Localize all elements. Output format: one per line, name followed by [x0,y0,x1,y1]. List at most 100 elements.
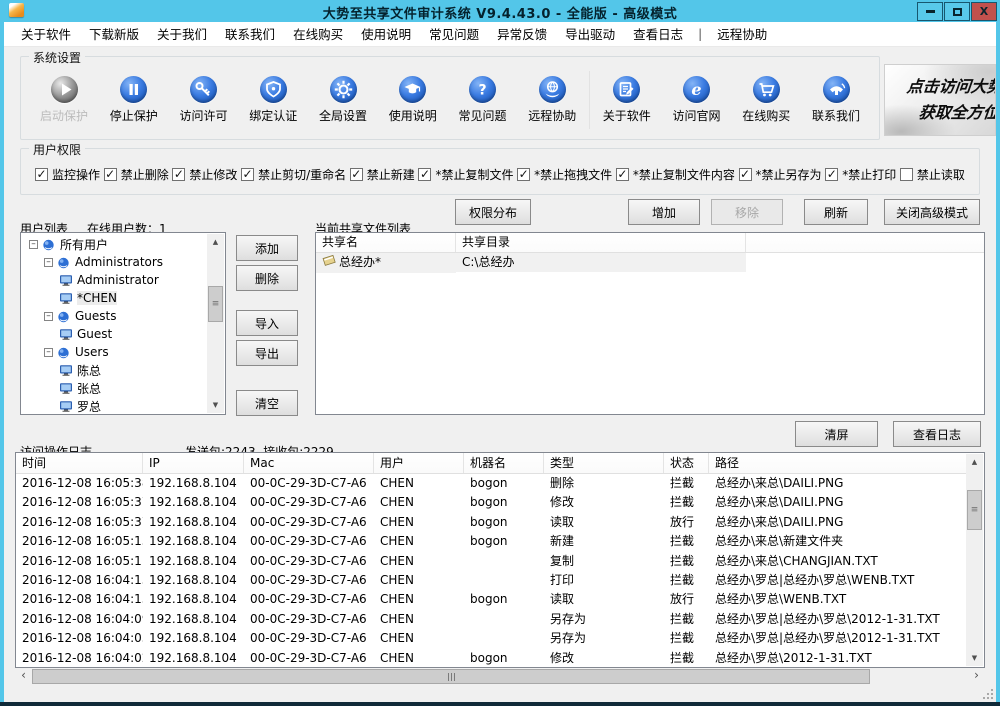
log-row[interactable]: 2016-12-08 16:04:15 192.168.8.104 00-0C-29… [16,571,967,590]
minimize-button[interactable] [917,2,943,21]
menu-item[interactable]: 查看日志 [624,22,692,47]
tool-button[interactable]: 使用说明 [380,76,446,124]
system-settings-label: 系统设置 [29,49,86,66]
user-tree-scrollbar[interactable]: ▲ ≡ ▼ [207,234,224,413]
log-row[interactable]: 2016-12-08 16:05:11 192.168.8.104 00-0C-29… [16,552,967,571]
menu-item[interactable]: 远程协助 [708,22,776,47]
log-row[interactable]: 2016-12-08 16:04:09 192.168.8.104 00-0C-29… [16,610,967,629]
user-button[interactable]: 删除 [236,265,298,291]
menu-item[interactable]: 导出驱动 [556,22,624,47]
column-header[interactable]: 时间 [16,453,143,473]
column-header[interactable]: 机器名 [464,453,544,473]
permission-checkbox[interactable]: ✓ 禁止新建 [349,166,415,183]
tree-item[interactable]: 陈总 [21,361,207,379]
user-button[interactable]: 添加 [236,235,298,261]
menu-item[interactable]: 异常反馈 [488,22,556,47]
column-header[interactable]: 用户 [374,453,464,473]
menu-item[interactable]: 常见问题 [420,22,488,47]
permission-checkbox[interactable]: ✓ 禁止剪切/重命名 [241,166,346,183]
log-row[interactable]: 2016-12-08 16:04:02 192.168.8.104 00-0C-29… [16,649,967,667]
user-button[interactable]: 清空 [236,390,298,416]
column-header[interactable]: IP [143,453,244,473]
tool-button[interactable]: 联系我们 [803,76,869,124]
tool-button[interactable]: 绑定认证 [240,76,306,124]
column-header[interactable]: 状态 [664,453,709,473]
column-header[interactable]: 共享名 [316,233,456,252]
log-row[interactable]: 2016-12-08 16:05:38 192.168.8.104 00-0C-29… [16,474,967,493]
scrollbar-thumb[interactable] [32,669,870,684]
menu-item[interactable]: 下载新版 [80,22,148,47]
permission-checkbox[interactable]: ✓ *禁止打印 [825,166,896,183]
tool-button[interactable]: 远程协助 [519,76,585,124]
tree-item[interactable]: – Users [21,343,207,361]
tree-item[interactable]: – 所有用户 [21,235,207,253]
column-header[interactable]: 共享目录 [456,233,746,252]
scroll-up-icon[interactable]: ▲ [966,454,983,470]
tree-item[interactable]: Guest [21,325,207,343]
clear-screen-button[interactable]: 清屏 [795,421,878,447]
expander-icon[interactable]: – [44,347,53,357]
log-horizontal-scrollbar[interactable]: ‹ › [15,668,985,685]
permission-checkbox[interactable]: ✓ 禁止修改 [172,166,237,183]
permission-label: 禁止删除 [120,168,169,182]
tree-item[interactable]: 罗总 [21,397,207,414]
column-header[interactable]: 类型 [544,453,664,473]
log-row[interactable]: 2016-12-08 16:04:13 192.168.8.104 00-0C-29… [16,590,967,609]
tool-button[interactable]: ? 常见问题 [450,76,516,124]
tree-item[interactable]: *CHEN [21,289,207,307]
tool-button[interactable]: 访问许可 [171,76,237,124]
log-row[interactable]: 2016-12-08 16:05:37 192.168.8.104 00-0C-29… [16,493,967,512]
permission-checkbox[interactable]: 禁止读取 [899,166,965,183]
menu-item[interactable]: 使用说明 [352,22,420,47]
scroll-right-icon[interactable]: › [968,668,985,685]
permission-checkbox[interactable]: ✓ *禁止复制文件 [418,166,513,183]
menu-item[interactable]: 在线购买 [284,22,352,47]
menu-item[interactable]: 联系我们 [216,22,284,47]
tool-button[interactable]: e 访问官网 [664,76,730,124]
scroll-up-icon[interactable]: ▲ [207,234,224,250]
user-button[interactable]: 导入 [236,310,298,336]
permission-checkbox[interactable]: ✓ *禁止拖拽文件 [517,166,612,183]
share-action-button[interactable]: 关闭高级模式 [884,199,980,225]
expander-icon[interactable]: – [29,239,38,249]
log-row[interactable]: 2016-12-08 16:05:37 192.168.8.104 00-0C-29… [16,513,967,532]
log-row[interactable]: 2016-12-08 16:05:15 192.168.8.104 00-0C-29… [16,532,967,551]
column-header[interactable]: 路径 [709,453,967,473]
share-action-button[interactable]: 增加 [628,199,700,225]
tree-item[interactable]: 张总 [21,379,207,397]
log-row[interactable]: 2016-12-08 16:04:05 192.168.8.104 00-0C-29… [16,629,967,648]
tree-item[interactable]: – Administrators [21,253,207,271]
permission-checkbox[interactable]: ✓ 禁止删除 [103,166,169,183]
tool-button[interactable]: 停止保护 [101,76,167,124]
menu-item[interactable]: 关于软件 [12,22,80,47]
share-action-button[interactable]: 刷新 [804,199,868,225]
resize-grip-icon[interactable] [983,689,993,699]
view-log-button[interactable]: 查看日志 [893,421,981,447]
tree-item[interactable]: Administrator [21,271,207,289]
log-scrollbar[interactable]: ▲ ≡ ▼ [966,454,983,666]
expander-icon[interactable]: – [44,311,53,321]
permission-checkbox[interactable]: ✓ *禁止复制文件内容 [615,166,735,183]
tool-button[interactable]: 关于软件 [594,76,660,124]
scroll-down-icon[interactable]: ▼ [966,650,983,666]
tool-button[interactable]: 在线购买 [733,76,799,124]
expander-icon[interactable]: – [44,257,53,267]
permission-distribution-button[interactable]: 权限分布 [455,199,531,225]
scroll-down-icon[interactable]: ▼ [207,397,224,413]
share-row[interactable]: 总经办* C:\总经办 [316,252,984,273]
tree-item[interactable]: – Guests [21,307,207,325]
column-header[interactable]: Mac [244,453,374,473]
maximize-button[interactable] [944,2,970,21]
banner-text-line2: 获取全方位 [917,103,996,122]
permission-checkbox[interactable]: ✓ 监控操作 [35,166,100,183]
permission-checkbox[interactable]: ✓ *禁止另存为 [738,166,822,183]
scroll-left-icon[interactable]: ‹ [15,668,32,685]
menu-item[interactable]: 关于我们 [148,22,216,47]
tool-button[interactable]: 全局设置 [310,76,376,124]
promo-banner[interactable]: 点击访问大势 获取全方位 [884,64,996,136]
close-button[interactable]: X [971,2,997,21]
user-button[interactable]: 导出 [236,340,298,366]
scrollbar-thumb[interactable]: ≡ [208,286,223,322]
window-title: 大势至共享文件审计系统 V9.4.43.0 - 全能版 - 高级模式 [322,7,678,22]
scrollbar-thumb[interactable]: ≡ [967,490,982,530]
